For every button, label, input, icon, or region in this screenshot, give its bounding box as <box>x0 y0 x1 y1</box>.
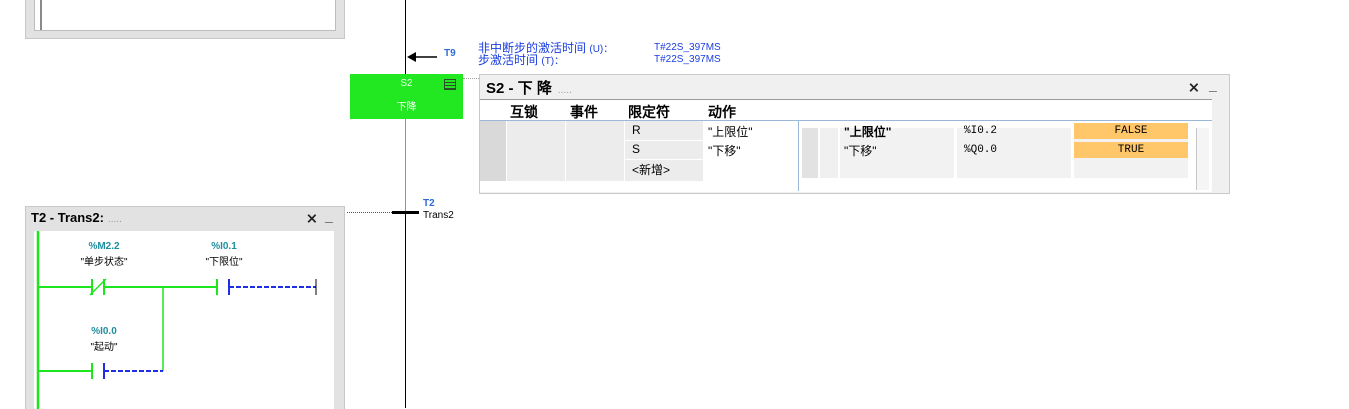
info-line2-label: 步激活时间 <box>478 53 539 67</box>
step-name: 下降 <box>396 102 417 113</box>
row2-operand[interactable]: "下移" <box>844 142 877 159</box>
minimize-icon[interactable]: _ <box>325 208 333 224</box>
row1-address: %I0.2 <box>964 125 998 137</box>
jump-target-label[interactable]: T9 <box>444 48 456 59</box>
step-panel-title-text: S2 - 下 降 <box>486 80 552 97</box>
col-header-qualifier: 限定符 <box>628 104 670 120</box>
detail-handle-col <box>802 128 818 178</box>
detail-scrollbar[interactable] <box>1196 128 1209 190</box>
ladder-diagram <box>36 231 317 409</box>
info-line1-value: T#22S_397MS <box>654 42 721 53</box>
ladder-network: %M2.2 "单步状态" %I0.1 "下限位" %I0.0 "起动" <box>34 231 334 409</box>
transition-panel-title: T2 - Trans2:..... <box>31 210 122 225</box>
row2-address: %Q0.0 <box>964 144 998 156</box>
transition-link-dots <box>347 212 392 213</box>
row2-status-badge: TRUE <box>1074 142 1188 158</box>
transition-label[interactable]: T2 <box>423 198 435 209</box>
minimize-icon[interactable]: _ <box>1209 77 1217 93</box>
top-panel-content <box>34 0 336 31</box>
sequence-line-bottom <box>405 214 406 408</box>
row2-action[interactable]: "下移" <box>708 142 741 159</box>
action-table: 互锁 事件 限定符 动作 R "上限位" "上限位" %I0.2 FALSE S… <box>480 99 1212 192</box>
close-icon[interactable]: ⨯ <box>1188 79 1200 96</box>
row1-status-badge: FALSE <box>1074 123 1188 139</box>
transition-name: Trans2 <box>423 210 454 221</box>
col-header-event: 事件 <box>570 104 598 120</box>
col-header-action: 动作 <box>708 104 736 120</box>
contact3-no-icon <box>91 363 105 379</box>
step-panel-title-dots: ..... <box>557 85 572 96</box>
row2-qualifier[interactable]: S <box>632 142 640 156</box>
contact2-no-icon <box>216 279 230 295</box>
top-panel-partial <box>25 0 345 39</box>
row1-qualifier[interactable]: R <box>632 123 641 137</box>
sequence-line-top <box>405 0 406 74</box>
step-action-panel: S2 - 下 降..... ⨯ _ 互锁 事件 限定符 动作 R "上限位" "… <box>479 74 1230 194</box>
transition-panel: T2 - Trans2:..... ⨯ _ %M2.2 "单步状态" %I0.1… <box>25 206 345 409</box>
detail-col-2 <box>820 128 838 178</box>
sfc-step[interactable]: S2 下降 <box>350 74 463 119</box>
row-sep-2 <box>625 159 703 160</box>
row3-add-new[interactable]: <新增> <box>632 161 670 178</box>
row-handle-column <box>480 121 506 181</box>
row-sep-1 <box>625 140 703 141</box>
transition-panel-title-dots: ..... <box>107 214 122 225</box>
transition-panel-title-text: T2 - Trans2: <box>31 210 104 225</box>
table-icon[interactable] <box>444 79 456 90</box>
close-icon[interactable]: ⨯ <box>306 210 318 227</box>
top-panel-bar <box>40 0 42 30</box>
row1-action[interactable]: "上限位" <box>708 123 753 140</box>
jump-arrow-icon[interactable] <box>407 51 437 63</box>
transition-bar[interactable] <box>392 211 419 214</box>
sequence-line-active <box>405 119 406 211</box>
row1-operand[interactable]: "上限位" <box>844 123 891 140</box>
info-line2-suffix: (T)： <box>541 56 565 67</box>
event-column <box>566 121 624 181</box>
info-line2-value: T#22S_397MS <box>654 54 721 65</box>
contact1-nc-icon <box>89 278 107 296</box>
col-header-interlock: 互锁 <box>510 104 538 120</box>
step-link-dots <box>463 78 479 79</box>
interlock-column <box>507 121 565 181</box>
activation-info: 非中断步的激活时间 (U)： T#22S_397MS 步激活时间 (T)： T#… <box>478 42 721 67</box>
step-panel-title: S2 - 下 降..... <box>486 77 572 98</box>
